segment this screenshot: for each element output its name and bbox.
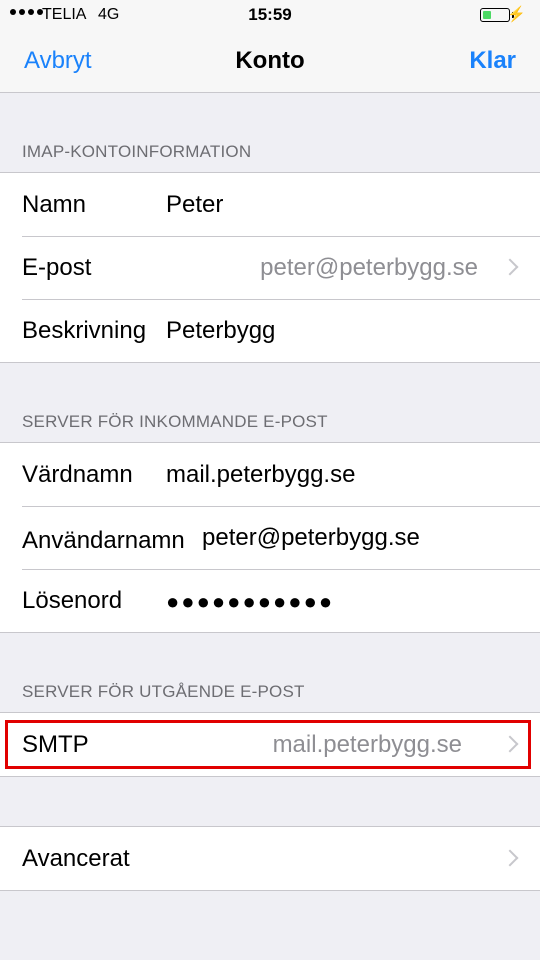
charging-icon: ⚡ [507,6,526,23]
imap-section-header: IMAP-KONTOINFORMATION [22,142,252,161]
incoming-group: Värdnamn mail.peterbygg.se Användarnamn … [0,442,540,633]
navigation-bar: Avbryt Konto Klar [0,32,540,93]
advanced-group: Avancerat [0,826,540,891]
smtp-highlight-box [5,720,531,769]
status-time: 15:59 [248,5,292,24]
done-button[interactable]: Klar [469,47,516,75]
description-field[interactable]: Peterbygg [166,317,275,345]
imap-group: Namn Peter E-post peter@peterbygg.se Bes… [0,172,540,363]
username-label: Användarnamn [22,527,185,554]
chevron-right-icon [501,258,519,276]
advanced-label: Avancerat [22,845,130,872]
username-field[interactable]: peter@peterbygg.se [202,524,420,552]
status-bar: TELIA 4G 15:59 ⚡ [0,0,540,32]
name-field[interactable]: Peter [166,191,223,219]
email-label: E-post [22,254,92,281]
password-row[interactable]: Lösenord ●●●●●●●●●●● [0,569,540,632]
chevron-right-icon [501,849,519,867]
email-row[interactable]: E-post peter@peterbygg.se [0,236,540,299]
page-title: Konto [235,47,305,74]
description-label: Beskrivning [22,317,147,344]
password-field[interactable]: ●●●●●●●●●●● [166,589,334,615]
hostname-row[interactable]: Värdnamn mail.peterbygg.se [0,443,540,506]
email-value: peter@peterbygg.se [260,254,478,281]
username-row[interactable]: Användarnamn peter@peterbygg.se [0,506,540,569]
battery-icon [480,8,514,22]
hostname-label: Värdnamn [22,461,133,488]
description-row[interactable]: Beskrivning Peterbygg [0,299,540,362]
outgoing-section-header: SERVER FÖR UTGÅENDE E-POST [22,682,305,701]
password-label: Lösenord [22,587,123,614]
hostname-field[interactable]: mail.peterbygg.se [166,461,355,489]
advanced-row[interactable]: Avancerat [0,827,540,890]
name-row[interactable]: Namn Peter [0,173,540,236]
name-label: Namn [22,191,87,218]
incoming-section-header: SERVER FÖR INKOMMANDE E-POST [22,412,328,431]
